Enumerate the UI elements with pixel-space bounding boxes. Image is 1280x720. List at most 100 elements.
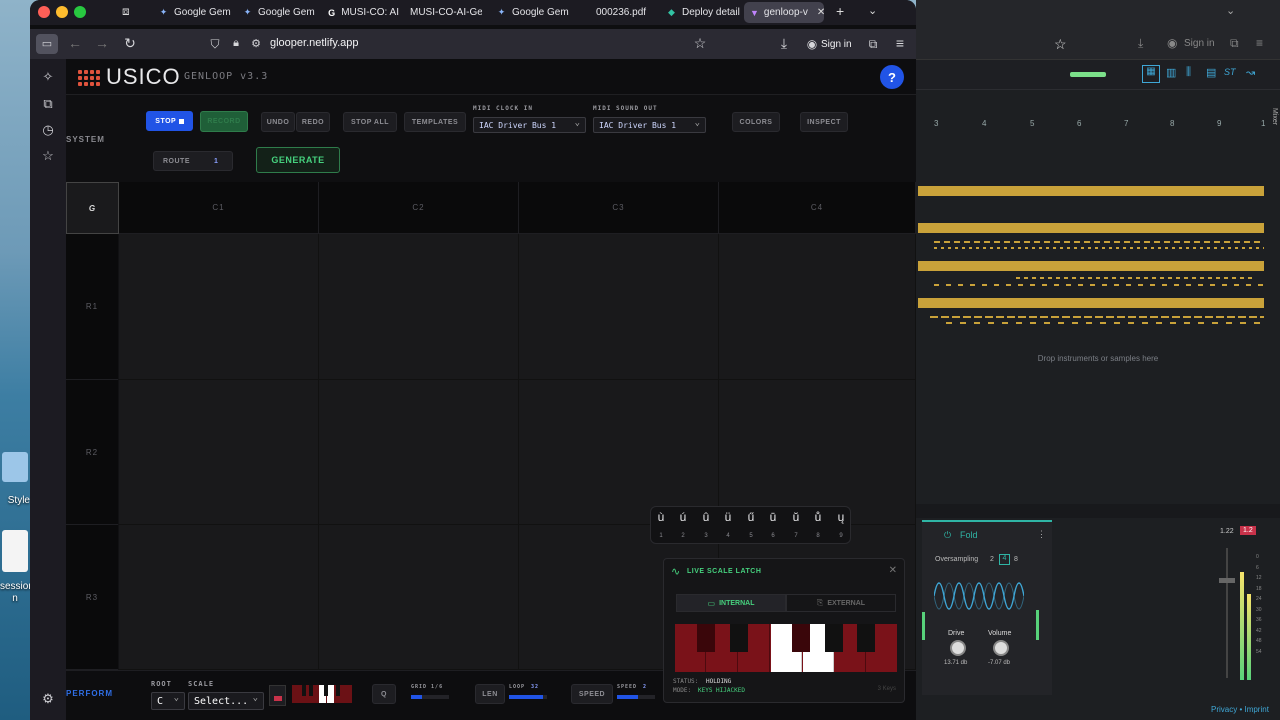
internal-toggle[interactable]: ▭ INTERNAL — [676, 594, 786, 612]
clip-cell[interactable] — [119, 234, 319, 380]
back-icon[interactable]: ← — [65, 35, 85, 51]
sidebar-toggle-icon[interactable]: ▭ — [36, 34, 58, 54]
clip-cell[interactable] — [519, 380, 719, 525]
daw-sign-in[interactable]: Sign in — [1184, 38, 1215, 49]
grid-corner[interactable]: G — [66, 182, 119, 234]
tab-google-gemini-2[interactable]: ✦ Google Gem — [236, 2, 316, 23]
root-select[interactable]: C — [151, 692, 185, 710]
plugin-menu-icon[interactable]: ⋮ — [1037, 529, 1046, 540]
black-key[interactable] — [697, 624, 715, 652]
shortcut-key[interactable]: ŭ — [788, 510, 804, 524]
minimize-window-button[interactable] — [56, 6, 68, 18]
row-header-r2[interactable]: R2 — [66, 380, 118, 525]
fader-handle[interactable] — [1219, 578, 1235, 583]
reload-icon[interactable]: ↻ — [120, 35, 140, 52]
black-key[interactable] — [857, 624, 875, 652]
tab-deploy-detail[interactable]: ◆ Deploy detail — [660, 2, 740, 23]
black-key[interactable] — [730, 624, 748, 652]
download-icon[interactable]: ⤓ — [774, 35, 794, 52]
templates-button[interactable]: TEMPLATES — [404, 112, 466, 132]
shortcut-key[interactable]: ü — [720, 510, 736, 524]
account-icon[interactable]: ◉ — [802, 37, 822, 51]
tab-pdf[interactable]: 000236.pdf — [590, 2, 660, 23]
shortcut-key[interactable]: ű — [743, 510, 759, 524]
clip-cell[interactable] — [519, 234, 719, 380]
volume-knob[interactable] — [993, 640, 1009, 656]
colors-button[interactable]: COLORS — [732, 112, 780, 132]
maximize-window-button[interactable] — [74, 6, 86, 18]
shortcut-key[interactable]: ù — [653, 510, 669, 524]
speed-slider[interactable] — [617, 695, 655, 699]
shortcut-key[interactable]: û — [698, 510, 714, 524]
clip-cell[interactable] — [719, 234, 916, 380]
tabs-icon[interactable]: ⧉ — [40, 96, 56, 112]
bookmark-star-icon[interactable]: ☆ — [1054, 36, 1067, 53]
track-lane[interactable] — [918, 223, 1264, 233]
tab-list-icon[interactable]: ⌄ — [868, 4, 877, 17]
tab-musi-co-ai-gen[interactable]: MUSI-CO-AI-Gen — [404, 2, 482, 23]
grid-view-icon[interactable]: ▦ — [1142, 65, 1160, 83]
black-key[interactable] — [825, 624, 843, 652]
tempo-icon[interactable]: ST — [1224, 67, 1236, 77]
column-header-c4[interactable]: C4 — [719, 182, 916, 234]
history-icon[interactable]: ◷ — [40, 122, 56, 138]
generate-button[interactable]: GENERATE — [256, 147, 340, 173]
close-tab-icon[interactable]: ✕ — [817, 7, 824, 18]
settings-icon[interactable]: ⚙ — [40, 691, 56, 707]
download-icon[interactable]: ⤓ — [1138, 36, 1143, 51]
column-header-c3[interactable]: C3 — [519, 182, 719, 234]
row-header-r3[interactable]: R3 — [66, 525, 118, 670]
record-button[interactable]: RECORD — [200, 111, 248, 132]
desktop-folder-icon[interactable] — [2, 452, 28, 482]
list-view-icon[interactable]: ▤ — [1206, 66, 1216, 79]
tab-overview-icon[interactable]: ⧈ — [122, 4, 130, 19]
undo-button[interactable]: UNDO — [261, 112, 295, 132]
oversampling-8[interactable]: 8 — [1014, 556, 1018, 563]
bookmarks-icon[interactable]: ☆ — [40, 148, 56, 164]
extensions-icon[interactable]: ⧉ — [1230, 36, 1239, 51]
black-key[interactable] — [792, 624, 810, 652]
new-tab-icon[interactable]: + — [836, 3, 844, 19]
sign-in-button[interactable]: Sign in — [821, 39, 852, 50]
site-info-icon[interactable]: ⚙ — [246, 37, 266, 50]
clip-cell[interactable] — [119, 380, 319, 525]
chevron-down-icon[interactable]: ⌄ — [1226, 4, 1235, 17]
quantize-button[interactable]: Q — [372, 684, 396, 704]
desktop-doc-icon[interactable] — [2, 530, 28, 572]
oversampling-4[interactable]: 4 — [999, 554, 1010, 565]
track-lane[interactable] — [918, 261, 1264, 271]
extensions-icon[interactable]: ⧉ — [863, 37, 883, 52]
clip-cell[interactable] — [719, 380, 916, 525]
help-button[interactable]: ? — [880, 65, 904, 89]
clip-cell[interactable] — [319, 234, 519, 380]
stop-all-button[interactable]: STOP ALL — [343, 112, 397, 132]
shield-icon[interactable]: ⛉ — [205, 37, 225, 52]
tab-genloop[interactable]: ▼ genloop-v ✕ — [744, 2, 824, 23]
speed-button[interactable]: SPEED — [571, 684, 613, 704]
midi-clock-in-select[interactable]: IAC Driver Bus 1 — [473, 117, 586, 133]
menu-icon[interactable]: ≡ — [1256, 36, 1263, 50]
clip-cell[interactable] — [319, 525, 519, 670]
tab-google-gemini-3[interactable]: ✦ Google Gem — [490, 2, 570, 23]
daw-footer-link[interactable]: Privacy • Imprint — [1211, 705, 1269, 714]
clip-cell[interactable] — [119, 525, 319, 670]
redo-button[interactable]: REDO — [296, 112, 330, 132]
row-header-r1[interactable]: R1 — [66, 234, 118, 380]
close-window-button[interactable] — [38, 6, 50, 18]
account-icon[interactable]: ◉ — [1167, 36, 1177, 50]
shortcut-key[interactable]: ů — [810, 510, 826, 524]
mixer-view-icon[interactable]: ⫼ — [1186, 66, 1191, 79]
tab-google-gemini-1[interactable]: ✦ Google Gem — [152, 2, 232, 23]
midi-sound-out-select[interactable]: IAC Driver Bus 1 — [593, 117, 706, 133]
grid-slider[interactable] — [411, 695, 449, 699]
tab-musi-co-ai[interactable]: G MUSI-CO: AI — [321, 2, 399, 23]
inspect-button[interactable]: INSPECT — [800, 112, 848, 132]
drive-knob[interactable] — [950, 640, 966, 656]
shortcut-key[interactable]: ų — [833, 510, 849, 524]
bookmark-star-icon[interactable]: ☆ — [690, 35, 710, 52]
stop-button[interactable]: STOP — [146, 111, 193, 131]
external-toggle[interactable]: ⎘ EXTERNAL — [786, 594, 896, 612]
column-header-c2[interactable]: C2 — [319, 182, 519, 234]
shortcut-key[interactable]: ū — [765, 510, 781, 524]
column-header-c1[interactable]: C1 — [119, 182, 319, 234]
